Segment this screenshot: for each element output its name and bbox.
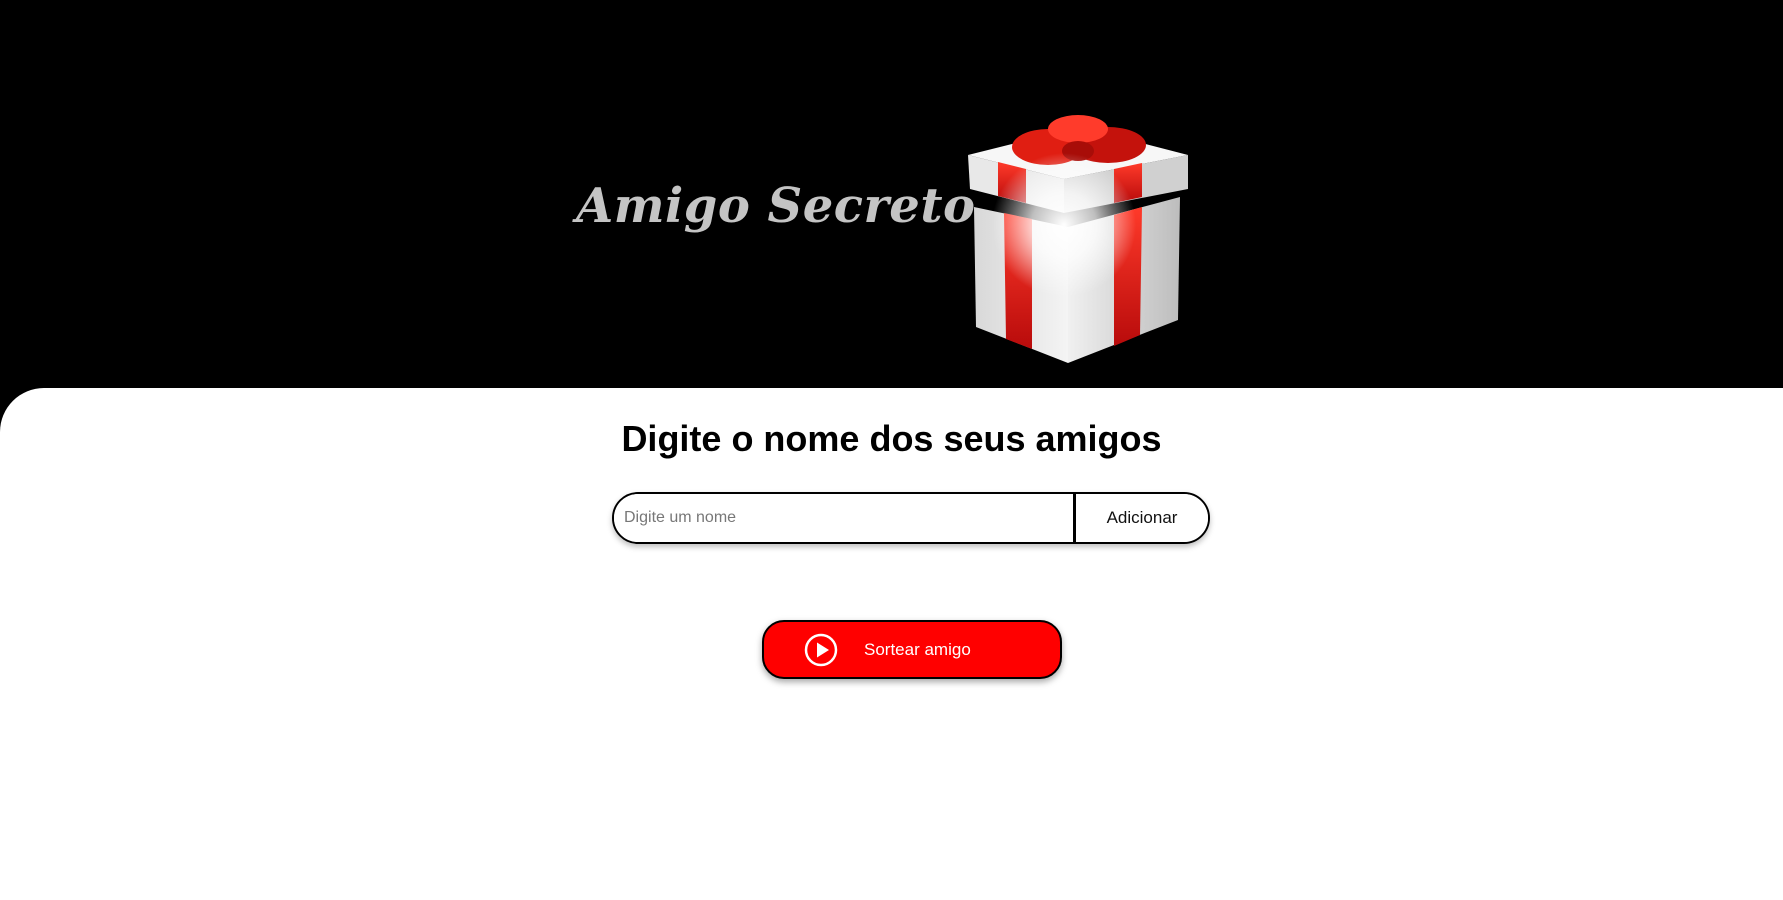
draw-button-label: Sortear amigo <box>864 640 971 659</box>
main-panel: Digite o nome dos seus amigos Adicionar … <box>0 388 1783 900</box>
name-input[interactable] <box>614 494 1073 542</box>
add-button[interactable]: Adicionar <box>1073 494 1208 542</box>
draw-friend-button[interactable]: Sortear amigo <box>762 620 1062 679</box>
section-heading: Digite o nome dos seus amigos <box>621 418 1162 459</box>
name-input-group: Adicionar <box>612 492 1210 544</box>
app-title: Amigo Secreto <box>576 178 976 234</box>
gift-box-icon <box>968 115 1188 363</box>
header: Amigo Secreto <box>0 0 1783 388</box>
page: Amigo Secreto Digite o nome dos seus ami… <box>0 0 1783 900</box>
play-circle-icon <box>804 633 838 667</box>
